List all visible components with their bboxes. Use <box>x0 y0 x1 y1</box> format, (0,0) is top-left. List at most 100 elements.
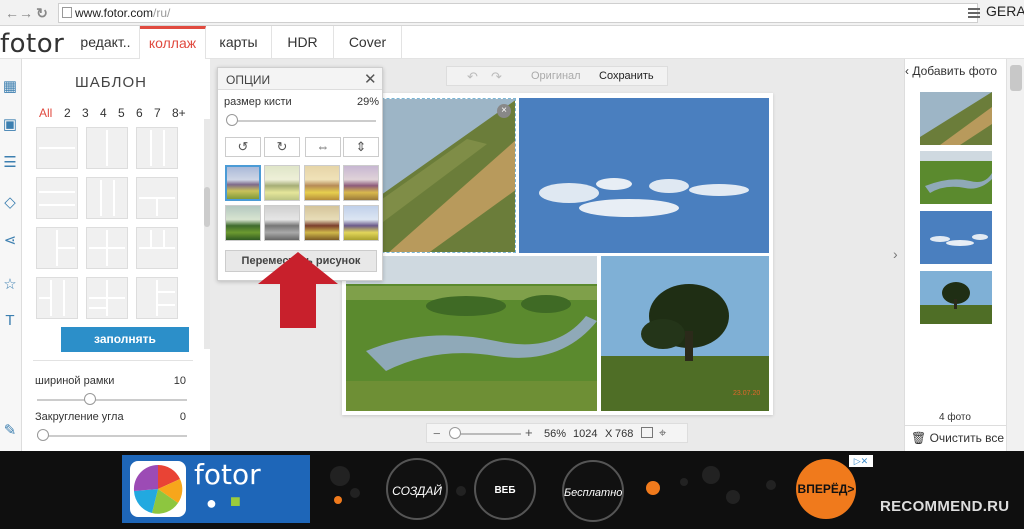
divider <box>33 360 193 361</box>
ad-cta-button[interactable]: ВПЕРЁД> <box>796 459 856 519</box>
template-thumb[interactable] <box>36 227 78 269</box>
redo-icon[interactable]: ↷ <box>491 69 502 85</box>
original-button[interactable]: Оригинал <box>531 70 581 82</box>
filter-thumb[interactable] <box>225 205 261 241</box>
ad-circle-websites[interactable]: ВЕБ САЙТЫ <box>474 458 536 520</box>
close-icon[interactable]: × <box>497 104 511 118</box>
flip-horizontal-icon[interactable]: ⇔ <box>305 137 341 157</box>
template-thumb[interactable] <box>136 127 178 169</box>
red-arrow-annotation <box>258 252 338 328</box>
thumb-sky[interactable] <box>920 211 992 264</box>
crosshair-icon[interactable]: ⌖ <box>659 425 666 441</box>
count-3[interactable]: 3 <box>82 106 89 120</box>
fit-screen-icon[interactable] <box>641 427 653 438</box>
template-thumb[interactable] <box>36 127 78 169</box>
photo-icon[interactable]: ▣ <box>0 115 20 135</box>
corner-slider[interactable] <box>37 435 187 437</box>
flip-vertical-icon[interactable]: ⇕ <box>343 137 379 157</box>
zoom-slider[interactable] <box>451 433 521 435</box>
fill-button[interactable]: заполнять <box>61 327 189 352</box>
template-thumb[interactable] <box>136 277 178 319</box>
template-thumb[interactable] <box>86 127 128 169</box>
river-photo <box>346 256 597 411</box>
add-photo-label: Добавить фото <box>912 64 998 78</box>
ad-choices-icon[interactable]: ▷✕ <box>849 455 873 467</box>
trash-icon: 🗑 <box>911 431 930 445</box>
count-6[interactable]: 6 <box>136 106 143 120</box>
tab-cards[interactable]: карты <box>206 26 272 59</box>
thumb-field[interactable] <box>920 92 992 145</box>
count-5[interactable]: 5 <box>118 106 125 120</box>
photo-count: 4 фото <box>939 412 971 423</box>
layout-icon[interactable]: ☰ <box>0 153 20 173</box>
brush-size-knob[interactable] <box>226 114 238 126</box>
fotor-logo[interactable]: fotor <box>0 29 64 59</box>
filter-thumb[interactable] <box>343 165 379 201</box>
clear-all-button[interactable]: 🗑 Очистить все <box>911 431 1004 445</box>
tab-edit[interactable]: редакт.. <box>72 26 140 59</box>
undo-icon[interactable]: ↶ <box>467 69 478 85</box>
tab-hdr[interactable]: HDR <box>272 26 334 59</box>
rotate-left-icon[interactable]: ↺ <box>225 137 261 157</box>
template-thumb[interactable] <box>36 177 78 219</box>
filter-thumb[interactable] <box>343 205 379 241</box>
panel-title: ШАБЛОН <box>75 74 147 91</box>
tab-collage[interactable]: коллаж <box>140 26 206 59</box>
share-icon[interactable]: ⋖ <box>0 231 20 251</box>
template-thumb[interactable] <box>86 277 128 319</box>
profile-name[interactable]: GERA... <box>986 3 1024 19</box>
menu-icon[interactable] <box>968 8 980 18</box>
collage-photo-tree[interactable]: 23.07.20 <box>601 256 769 411</box>
filter-thumb[interactable] <box>304 205 340 241</box>
count-7[interactable]: 7 <box>154 106 161 120</box>
template-thumb[interactable] <box>36 277 78 319</box>
shapes-icon[interactable]: ◇ <box>0 193 20 213</box>
tab-cover[interactable]: Cover <box>334 26 402 59</box>
add-photo-button[interactable]: ‹ Добавить фото <box>905 64 997 78</box>
collage-photo-sky[interactable] <box>519 98 769 253</box>
text-icon[interactable]: T <box>0 311 20 331</box>
sky-photo <box>519 98 769 253</box>
ad-circle-create[interactable]: СОЗДАЙ <box>386 458 448 520</box>
zoom-knob[interactable] <box>449 427 461 439</box>
reload-icon[interactable]: ↻ <box>34 4 50 22</box>
brush-size-value: 29% <box>357 96 380 108</box>
thumb-tree[interactable] <box>920 271 992 324</box>
count-8plus[interactable]: 8+ <box>172 106 186 120</box>
template-thumb[interactable] <box>136 227 178 269</box>
filter-thumb[interactable] <box>225 165 261 201</box>
filter-thumb[interactable] <box>304 165 340 201</box>
ad-brand: fotor <box>194 458 261 491</box>
save-button[interactable]: Сохранить <box>599 70 654 82</box>
address-bar[interactable]: www.fotor.com/ru/ <box>58 3 978 23</box>
chevron-right-icon[interactable]: › <box>893 246 904 270</box>
rotate-right-icon[interactable]: ↻ <box>264 137 300 157</box>
count-2[interactable]: 2 <box>64 106 71 120</box>
template-thumb[interactable] <box>136 177 178 219</box>
close-icon[interactable]: ✕ <box>364 70 377 88</box>
count-4[interactable]: 4 <box>100 106 107 120</box>
edit-icon[interactable]: ✎ <box>0 421 20 441</box>
thumb-river[interactable] <box>920 151 992 204</box>
forward-arrow-icon[interactable]: → <box>18 4 34 22</box>
zoom-in-icon[interactable]: + <box>525 425 533 440</box>
border-width-knob[interactable] <box>84 393 96 405</box>
border-width-slider[interactable] <box>37 399 187 401</box>
template-thumb[interactable] <box>86 227 128 269</box>
collage-photo-river[interactable] <box>346 256 597 411</box>
decor-dot <box>702 466 720 484</box>
sticker-icon[interactable]: ☆ <box>0 275 20 295</box>
zoom-out-icon[interactable]: − <box>433 426 441 441</box>
collage-canvas[interactable]: × 23.07.20 <box>342 93 773 415</box>
ad-circle-free[interactable]: Бесплатно <box>562 460 624 522</box>
corner-knob[interactable] <box>37 429 49 441</box>
app-header: fotor редакт.. коллаж карты HDR Cover <box>0 26 1024 59</box>
template-icon[interactable]: ▦ <box>0 77 20 97</box>
page-scrollbar[interactable] <box>1006 59 1024 451</box>
filter-thumb[interactable] <box>264 205 300 241</box>
template-thumb[interactable] <box>86 177 128 219</box>
brush-size-slider[interactable] <box>230 120 376 122</box>
count-all[interactable]: All <box>39 106 52 120</box>
canvas-height: 768 <box>615 428 634 440</box>
filter-thumb[interactable] <box>264 165 300 201</box>
